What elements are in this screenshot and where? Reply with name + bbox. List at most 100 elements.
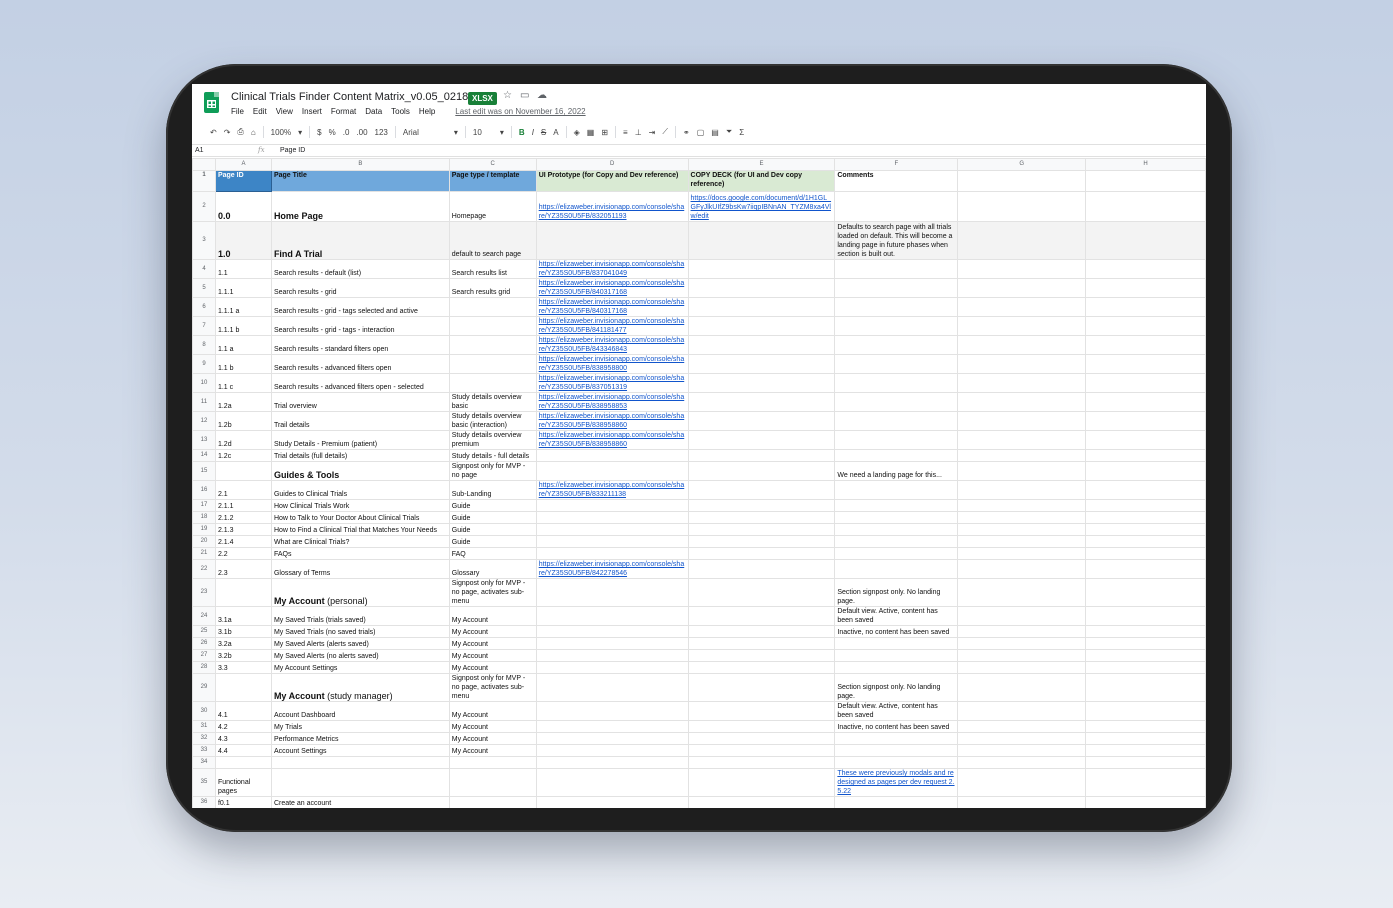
cell[interactable] [957,768,1087,797]
cell[interactable] [957,625,1087,638]
cell[interactable] [1085,461,1206,481]
cell[interactable] [1085,547,1206,560]
row-header[interactable]: 29 [192,673,216,702]
merge-cells-icon[interactable]: ⊞ [601,128,608,137]
cell-page-type[interactable]: Guide [448,499,537,512]
cell-ui-prototype-link[interactable] [535,499,689,512]
redo-icon[interactable]: ↷ [224,128,231,137]
cell-page-id[interactable]: 1.1 c [214,373,272,393]
row-header[interactable]: 21 [192,547,216,560]
cell[interactable] [1085,523,1206,536]
cell-comment[interactable] [834,559,959,579]
column-header-d[interactable]: D [535,158,689,171]
cell-page-id[interactable]: 2.1.2 [214,511,272,524]
cell[interactable] [1085,191,1206,222]
cell[interactable] [1085,335,1206,355]
cell-page-type[interactable]: FAQ [448,547,537,560]
cell-page-id[interactable]: 4.4 [214,744,272,757]
row-header[interactable]: 13 [192,430,216,450]
last-edit-link[interactable]: Last edit was on November 16, 2022 [455,107,585,116]
cell-page-title[interactable]: Guides & Tools [270,461,450,481]
move-folder-icon[interactable]: ▭ [520,90,529,101]
cell-copy-deck-link[interactable] [687,768,836,797]
fill-color-icon[interactable]: ◈ [574,128,580,137]
cell-page-type[interactable] [448,796,537,808]
cell[interactable] [957,430,1087,450]
cell-comment[interactable] [834,335,959,355]
cell-copy-deck-link[interactable] [687,625,836,638]
cell-page-id[interactable] [214,756,272,769]
cell-page-id[interactable]: 1.1 a [214,335,272,355]
cell-page-type[interactable]: Search results grid [448,278,537,298]
row-header[interactable]: 8 [192,335,216,355]
cell-ui-prototype-link[interactable] [535,547,689,560]
cell-page-type[interactable]: Glossary [448,559,537,579]
cell-comment[interactable] [834,411,959,431]
cell-ui-prototype-link[interactable]: https://elizaweber.invisionapp.com/conso… [535,354,689,374]
cell-copy-deck-link[interactable] [687,720,836,733]
row-header[interactable]: 33 [192,744,216,757]
cell[interactable] [1085,316,1206,336]
cell-page-title[interactable]: My Saved Trials (no saved trials) [270,625,450,638]
cell[interactable] [957,259,1087,279]
column-header-c[interactable]: C [448,158,537,171]
row-header[interactable]: 18 [192,511,216,524]
cell[interactable] [957,606,1087,626]
row-header[interactable]: 2 [192,191,216,222]
cell-page-type[interactable]: Guide [448,523,537,536]
cell-comment[interactable]: Default view. Active, content has been s… [834,701,959,721]
cell-copy-deck-link[interactable] [687,511,836,524]
cell[interactable] [1085,768,1206,797]
cell-page-title[interactable]: Search results - grid - tags selected an… [270,297,450,317]
cell-comment[interactable]: Section signpost only. No landing page. [834,578,959,607]
row-header[interactable]: 4 [192,259,216,279]
row-header[interactable]: 12 [192,411,216,431]
cell[interactable] [1085,170,1206,192]
cell-page-id[interactable]: 2.1.3 [214,523,272,536]
cell-copy-deck-link[interactable] [687,297,836,317]
cell-ui-prototype-link[interactable] [535,649,689,662]
cell-page-type[interactable]: Study details overview basic (interactio… [448,411,537,431]
cell-comment[interactable]: These were previously modals and redesig… [834,768,959,797]
cell[interactable] [957,316,1087,336]
row-header[interactable]: 26 [192,637,216,650]
cell[interactable] [957,461,1087,481]
sheets-logo-icon[interactable] [204,92,219,113]
cell[interactable] [1085,796,1206,808]
cell-ui-prototype-link[interactable]: https://elizaweber.invisionapp.com/conso… [535,191,689,222]
cell-page-id[interactable]: 1.2d [214,430,272,450]
cell-page-id[interactable]: 1.1.1 [214,278,272,298]
cell[interactable] [957,221,1087,260]
text-wrap-icon[interactable]: ⇥ [649,128,656,137]
cell-page-id[interactable]: 0.0 [214,191,272,222]
cell-page-title[interactable]: Search results - advanced filters open -… [270,373,450,393]
cell-page-type[interactable]: My Account [448,637,537,650]
cell-page-title[interactable]: Trail details [270,411,450,431]
cell-page-id[interactable]: 1.2a [214,392,272,412]
cell-page-title[interactable]: My Account (personal) [270,578,450,607]
cell-ui-prototype-link[interactable] [535,720,689,733]
row-header[interactable]: 32 [192,732,216,745]
row-header[interactable]: 34 [192,756,216,769]
comment-icon[interactable]: ▢ [697,128,705,137]
cell[interactable] [1085,297,1206,317]
cell-copy-deck-link[interactable] [687,535,836,548]
cell-page-title[interactable]: My Saved Alerts (alerts saved) [270,637,450,650]
cell-ui-prototype-link[interactable] [535,535,689,548]
cell-ui-prototype-link[interactable]: https://elizaweber.invisionapp.com/conso… [535,335,689,355]
cell-copy-deck-link[interactable] [687,701,836,721]
cell[interactable] [957,535,1087,548]
cell-comment[interactable] [834,297,959,317]
cell-copy-deck-link[interactable] [687,373,836,393]
cell-copy-deck-link[interactable]: https://docs.google.com/document/d/1H1GL… [687,191,836,222]
select-all-corner[interactable] [192,158,216,171]
cell-page-type[interactable]: Search results list [448,259,537,279]
row-header[interactable]: 27 [192,649,216,662]
cell-page-title[interactable]: What are Clinical Trials? [270,535,450,548]
cell[interactable] [1085,259,1206,279]
cell-comment[interactable] [834,191,959,222]
cell-page-type[interactable]: Signpost only for MVP - no page [448,461,537,481]
cell-page-id[interactable] [214,578,272,607]
row-header[interactable]: 10 [192,373,216,393]
column-header-g[interactable]: G [957,158,1087,171]
